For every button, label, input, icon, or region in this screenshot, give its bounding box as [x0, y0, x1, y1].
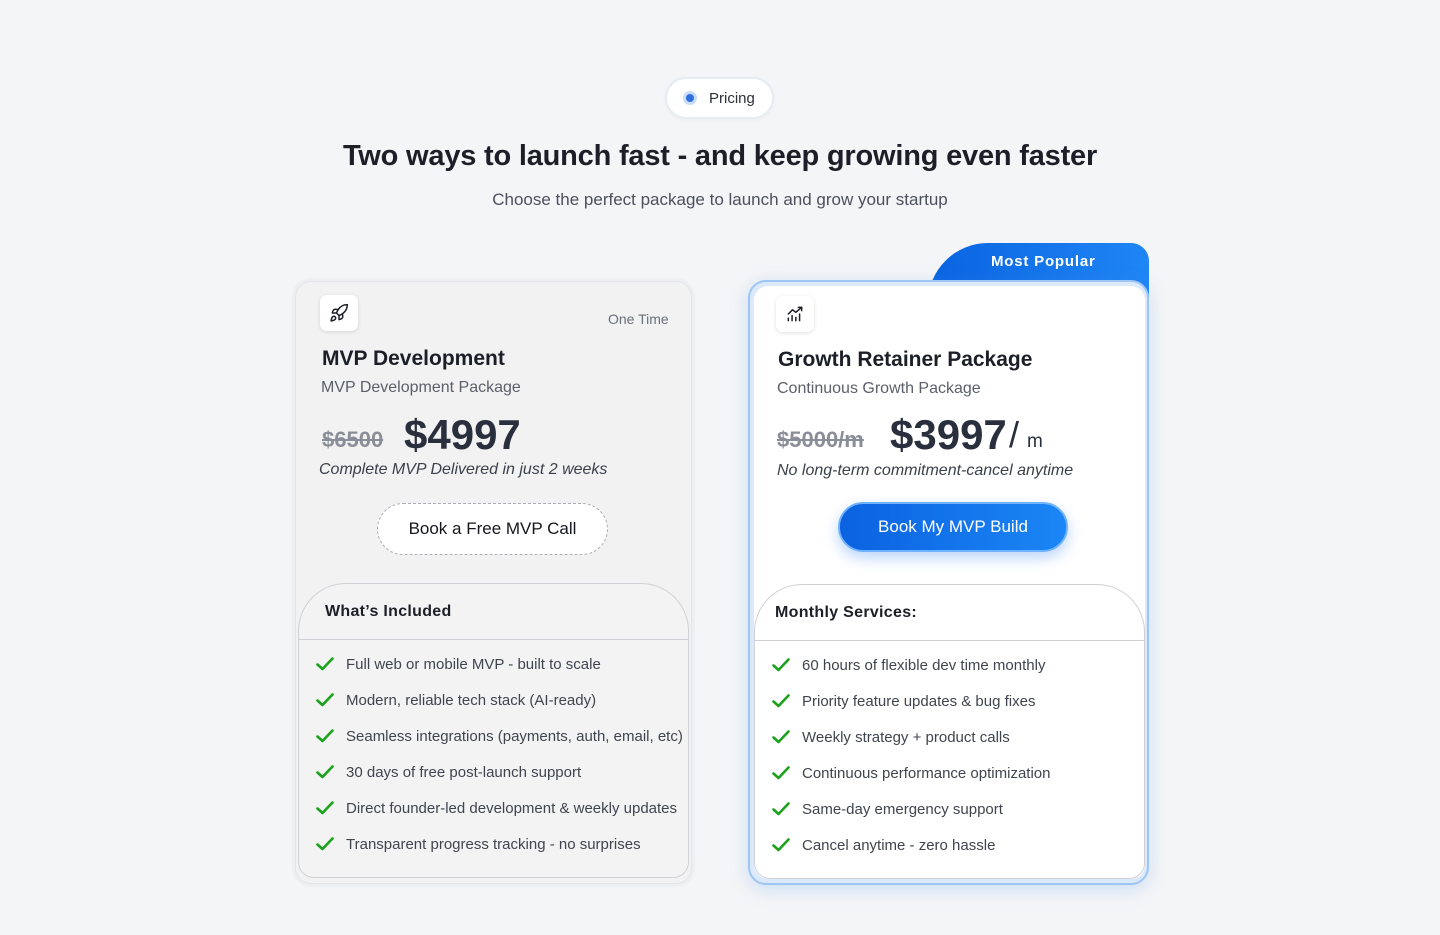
list-item: Direct founder-led development & weekly … [299, 790, 688, 826]
feature-label: Transparent progress tracking - no surpr… [346, 835, 641, 853]
list-item: Modern, reliable tech stack (AI-ready) [299, 682, 688, 718]
ribbon-label: Most Popular [991, 253, 1096, 270]
check-icon [316, 837, 334, 851]
growth-chart-icon [776, 296, 814, 332]
price-note: No long-term commitment-cancel anytime [777, 462, 1074, 479]
feature-label: Seamless integrations (payments, auth, e… [346, 727, 683, 745]
features-title: What’s Included [299, 584, 688, 640]
price-per-unit: m [1027, 431, 1043, 452]
book-free-mvp-call-button[interactable]: Book a Free MVP Call [377, 503, 608, 555]
check-icon [316, 765, 334, 779]
list-item: Continuous performance optimization [755, 755, 1144, 791]
feature-label: Direct founder-led development & weekly … [346, 799, 678, 817]
feature-label: Cancel anytime - zero hassle [802, 836, 996, 854]
feature-label: Same-day emergency support [802, 800, 1003, 818]
price: $4997 [404, 411, 521, 458]
list-item: 60 hours of flexible dev time monthly [755, 647, 1144, 683]
plan-kind: One Time [608, 311, 669, 327]
check-icon [316, 657, 334, 671]
check-icon [772, 802, 790, 816]
plan-subtitle: MVP Development Package [321, 379, 521, 396]
features-panel: Monthly Services: 60 hours of flexible d… [754, 584, 1145, 879]
check-icon [772, 658, 790, 672]
price: $3997 [890, 411, 1007, 458]
list-item: Seamless integrations (payments, auth, e… [299, 718, 688, 754]
list-item: Weekly strategy + product calls [755, 719, 1144, 755]
old-price: $5000/m [777, 427, 864, 452]
check-icon [316, 801, 334, 815]
page-title: Two ways to launch fast - and keep growi… [342, 140, 1098, 172]
feature-label: Weekly strategy + product calls [802, 728, 1010, 746]
feature-label: Full web or mobile MVP - built to scale [346, 655, 601, 673]
list-item: Priority feature updates & bug fixes [755, 683, 1144, 719]
price-per-slash: / [1009, 414, 1020, 455]
price-note: Complete MVP Delivered in just 2 weeks [319, 461, 608, 478]
list-item: Full web or mobile MVP - built to scale [299, 646, 688, 682]
page-subtitle: Choose the perfect package to launch and… [492, 190, 948, 209]
rocket-icon [320, 295, 358, 331]
check-icon [316, 729, 334, 743]
badge-dot-icon [683, 91, 697, 105]
book-my-mvp-build-button[interactable]: Book My MVP Build [838, 502, 1068, 552]
old-price: $6500 [322, 427, 384, 452]
check-icon [772, 766, 790, 780]
feature-label: Modern, reliable tech stack (AI-ready) [346, 691, 597, 709]
feature-label: Priority feature updates & bug fixes [802, 692, 1036, 710]
plan-title: MVP Development [322, 347, 505, 370]
check-icon [772, 838, 790, 852]
pricing-badge: Pricing [665, 77, 774, 119]
plan-subtitle: Continuous Growth Package [777, 380, 981, 397]
check-icon [316, 693, 334, 707]
feature-label: 30 days of free post-launch support [346, 763, 582, 781]
badge-label: Pricing [709, 89, 755, 107]
features-title: Monthly Services: [755, 585, 1144, 641]
feature-label: Continuous performance optimization [802, 764, 1051, 782]
list-item: 30 days of free post-launch support [299, 754, 688, 790]
features-panel: What’s Included Full web or mobile MVP -… [298, 583, 689, 878]
list-item: Cancel anytime - zero hassle [755, 827, 1144, 863]
plan-title: Growth Retainer Package [778, 348, 1033, 371]
check-icon [772, 694, 790, 708]
list-item: Same-day emergency support [755, 791, 1144, 827]
feature-label: 60 hours of flexible dev time monthly [802, 656, 1046, 674]
list-item: Transparent progress tracking - no surpr… [299, 826, 688, 862]
check-icon [772, 730, 790, 744]
